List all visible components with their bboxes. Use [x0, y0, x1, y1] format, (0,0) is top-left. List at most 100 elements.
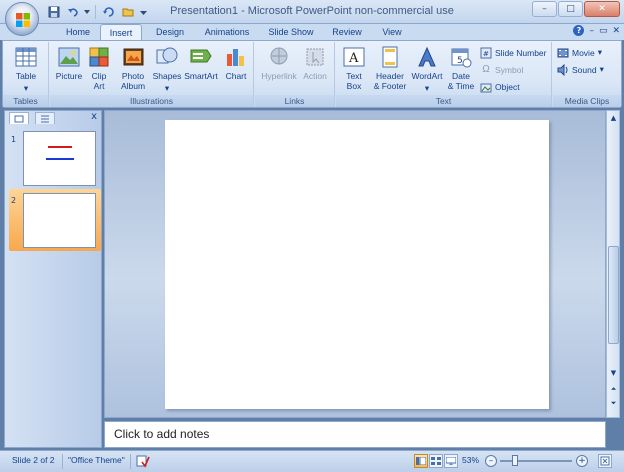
hyperlink-label: Hyperlink	[261, 71, 297, 81]
clip-art-label-1: Clip	[91, 71, 107, 81]
photo-album-icon	[121, 45, 145, 69]
hyperlink-button[interactable]: Hyperlink	[259, 45, 299, 95]
slide-sorter-icon	[431, 457, 441, 465]
shapes-button[interactable]: Shapes ▾	[151, 45, 183, 95]
media-clips-group: Movie ▾ Sound ▾ Media Clips	[553, 42, 621, 107]
outline-tab[interactable]	[35, 112, 55, 124]
text-box-label-2: Box	[346, 81, 362, 91]
slide-thumbnail-2[interactable]	[23, 193, 96, 248]
tab-insert[interactable]: Insert	[100, 24, 142, 41]
header-footer-label-1: Header	[376, 71, 404, 81]
photo-album-button[interactable]: Photo Album	[116, 45, 150, 95]
action-button[interactable]: Action	[299, 45, 331, 95]
date-time-button[interactable]: 5 Date & Time	[446, 45, 476, 95]
table-dropdown-icon: ▾	[23, 83, 29, 93]
previous-slide-icon[interactable]: ⏶	[608, 383, 619, 395]
ribbon-restore-icon[interactable]: ▭	[599, 26, 608, 36]
hyperlink-icon	[267, 45, 291, 69]
symbol-label: Symbol	[495, 64, 524, 75]
notes-pane[interactable]: Click to add notes	[104, 421, 606, 448]
tab-animations[interactable]: Animations	[197, 24, 257, 40]
tables-group-label: Tables	[3, 95, 48, 107]
close-button[interactable]: ✕	[584, 1, 620, 17]
slide-number-button[interactable]: # Slide Number	[480, 45, 547, 60]
fit-to-window-button[interactable]	[598, 454, 612, 468]
sound-dropdown-icon: ▾	[599, 64, 604, 74]
scrollbar-thumb[interactable]	[608, 246, 619, 344]
zoom-out-button[interactable]: –	[485, 455, 497, 467]
chart-button[interactable]: Chart	[221, 45, 251, 95]
theme-status: "Office Theme"	[68, 455, 125, 465]
date-time-label-1: Date	[452, 71, 470, 81]
sound-button[interactable]: Sound ▾	[557, 62, 604, 77]
movie-button[interactable]: Movie ▾	[557, 45, 602, 60]
status-separator	[62, 454, 63, 469]
office-button[interactable]	[5, 2, 39, 36]
photo-album-label-2: Album	[120, 81, 146, 91]
slide-sorter-view-button[interactable]	[429, 454, 443, 468]
normal-view-icon	[416, 457, 426, 465]
next-slide-icon[interactable]: ⏷	[608, 397, 619, 409]
svg-text:A: A	[348, 51, 359, 66]
shapes-label: Shapes	[152, 71, 182, 81]
tab-home[interactable]: Home	[60, 24, 96, 40]
movie-label: Movie	[572, 47, 595, 58]
slide-number-label: Slide Number	[495, 47, 547, 58]
header-footer-button[interactable]: Header & Footer	[370, 45, 410, 95]
symbol-button[interactable]: Ω Symbol	[480, 62, 523, 77]
tab-review[interactable]: Review	[326, 24, 368, 40]
tab-view[interactable]: View	[374, 24, 410, 40]
text-group: A Text Box Header & Footer WordArt ▾ 5 D…	[336, 42, 552, 107]
zoom-slider-track[interactable]	[500, 460, 572, 462]
text-box-label-1: Text	[346, 71, 362, 81]
scroll-up-icon[interactable]: ▲	[608, 112, 619, 124]
slides-tab[interactable]	[9, 112, 29, 124]
window-title: Presentation1 - Microsoft PowerPoint non…	[170, 5, 454, 17]
zoom-level[interactable]: 53%	[462, 455, 479, 465]
slide-thumbnail-1[interactable]	[23, 131, 96, 186]
slides-tab-icon	[14, 115, 24, 122]
vertical-scrollbar[interactable]: ▲ ▼ ⏶ ⏷	[606, 110, 620, 418]
svg-text:5: 5	[457, 56, 463, 66]
wordart-button[interactable]: WordArt ▾	[410, 45, 444, 95]
header-footer-label-2: & Footer	[373, 81, 407, 91]
ribbon-minimize-icon[interactable]: –	[589, 26, 594, 36]
wordart-icon	[415, 45, 439, 69]
wordart-dropdown-icon: ▾	[424, 83, 430, 93]
slide-show-view-button[interactable]	[444, 454, 458, 468]
shapes-icon	[155, 45, 179, 69]
tab-slide-show[interactable]: Slide Show	[262, 24, 320, 40]
text-group-label: Text	[336, 95, 551, 107]
slide-show-icon	[446, 457, 456, 465]
action-icon	[303, 45, 327, 69]
table-button[interactable]: Table ▾	[11, 45, 41, 95]
illustrations-group-label: Illustrations	[50, 95, 253, 107]
chart-icon	[224, 45, 248, 69]
tables-group: Table ▾ Tables	[3, 42, 49, 107]
scroll-down-icon[interactable]: ▼	[608, 367, 619, 379]
text-box-button[interactable]: A Text Box	[340, 45, 368, 95]
links-group-label: Links	[255, 95, 334, 107]
zoom-in-button[interactable]: +	[576, 455, 588, 467]
smartart-button[interactable]: SmartArt	[183, 45, 219, 95]
panel-close-icon[interactable]: x	[91, 111, 97, 122]
help-icon[interactable]: ?	[573, 25, 585, 36]
object-button[interactable]: Object	[480, 79, 520, 94]
zoom-slider-thumb[interactable]	[512, 455, 518, 466]
maximize-button[interactable]: □	[558, 1, 583, 17]
current-slide[interactable]	[165, 120, 549, 409]
object-label: Object	[495, 81, 520, 92]
spell-check-icon[interactable]	[136, 454, 150, 470]
picture-button[interactable]: Picture	[54, 45, 84, 95]
status-separator	[130, 454, 131, 469]
illustrations-group: Picture Clip Art Photo Album Shapes ▾ Sm…	[50, 42, 254, 107]
picture-icon	[57, 45, 81, 69]
clip-art-button[interactable]: Clip Art	[86, 45, 112, 95]
minimize-button[interactable]: –	[532, 1, 557, 17]
tab-design[interactable]: Design	[148, 24, 192, 40]
clip-art-label-2: Art	[93, 81, 105, 91]
ribbon-close-icon[interactable]: ✕	[612, 26, 620, 36]
shapes-dropdown-icon: ▾	[164, 83, 170, 93]
fit-to-window-icon	[600, 456, 610, 466]
normal-view-button[interactable]	[414, 454, 428, 468]
